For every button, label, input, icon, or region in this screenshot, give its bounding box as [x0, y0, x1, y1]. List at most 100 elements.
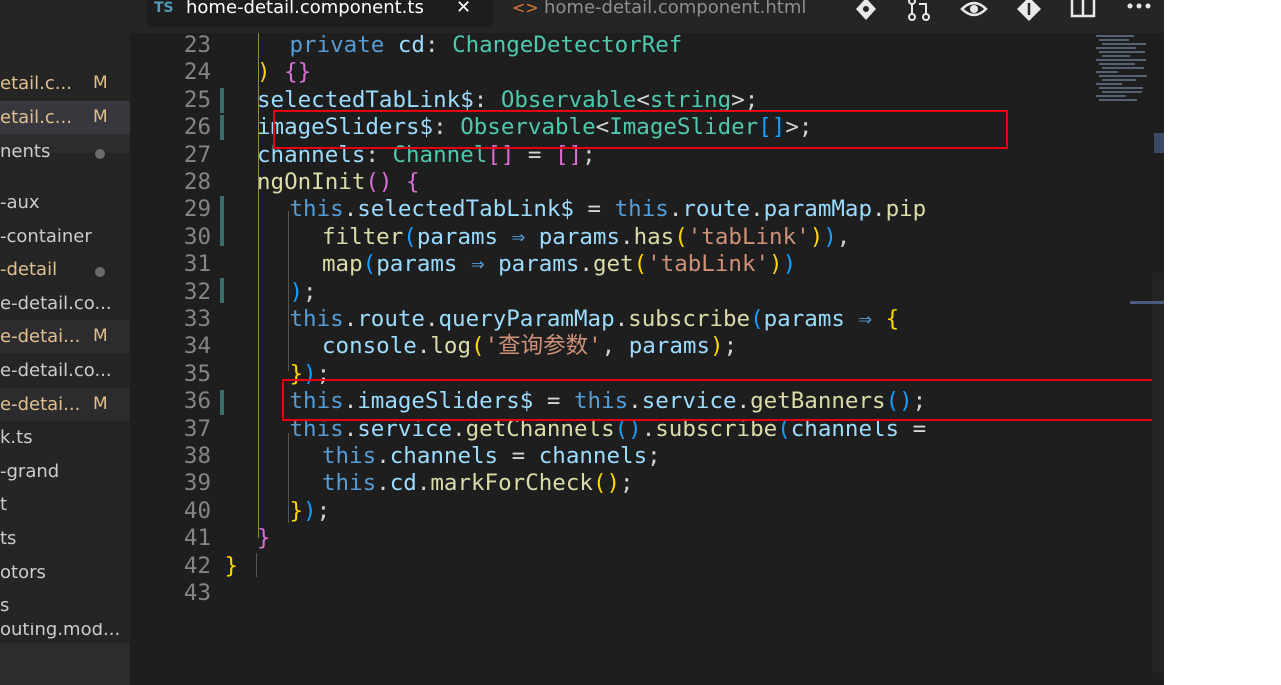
sidebar-panel-footer: [0, 643, 130, 685]
line-number: 29: [183, 196, 211, 223]
code-token: selectedTabLink$: [357, 196, 574, 223]
code-token: .: [668, 196, 683, 223]
minimap-line: [1096, 35, 1134, 37]
folder-item[interactable]: t: [0, 488, 130, 521]
code-token: {: [406, 169, 420, 195]
code-token: .: [376, 443, 390, 469]
code-line[interactable]: this.route.queryParamMap.subscribe(param…: [290, 306, 900, 333]
folder-item[interactable]: -detail: [0, 253, 130, 286]
minimap-line: [1099, 51, 1145, 53]
git-commit-icon[interactable]: [1016, 0, 1042, 28]
line-number: 40: [183, 497, 211, 524]
folder-item[interactable]: -grand: [0, 455, 130, 488]
git-change-marker: [220, 88, 224, 113]
code-token: pip: [885, 196, 927, 223]
line-number: 32: [183, 278, 211, 305]
more-actions-icon[interactable]: [1126, 0, 1152, 22]
code-token: (: [365, 169, 379, 195]
split-editor-icon[interactable]: [1070, 0, 1096, 26]
vertical-scrollbar[interactable]: [1152, 273, 1164, 673]
code-token: ;: [303, 278, 317, 305]
code-token: ): [257, 59, 271, 86]
code-token: channels: [389, 443, 499, 469]
editor-tab-bar: TS home-detail.component.ts ✕ <> home-de…: [130, 0, 1164, 33]
git-pull-request-icon[interactable]: [906, 0, 932, 28]
file-name: k.ts: [0, 427, 33, 448]
code-line[interactable]: this.cd.markForCheck();: [322, 470, 634, 497]
folder-item[interactable]: nents: [0, 135, 130, 168]
line-number: 41: [183, 525, 211, 552]
code-token: string: [649, 86, 732, 113]
code-token: paramMap: [763, 196, 873, 223]
minimap-line: [1102, 79, 1136, 81]
code-token: '查询参数': [484, 333, 602, 360]
close-icon[interactable]: ✕: [456, 0, 471, 22]
minimap-line: [1099, 87, 1143, 89]
file-item[interactable]: k.ts: [0, 421, 130, 454]
code-token: (: [674, 223, 688, 250]
folder-item[interactable]: -aux: [0, 186, 130, 219]
code-line[interactable]: ngOnInit() {: [257, 169, 420, 196]
tab-label: home-detail.component.ts: [186, 0, 424, 18]
code-token: params: [763, 306, 845, 332]
preview-eye-icon[interactable]: [960, 0, 988, 28]
code-line[interactable]: });: [290, 498, 331, 525]
code-token: =: [573, 196, 615, 223]
file-item[interactable]: e-detai... M: [0, 388, 130, 421]
file-item[interactable]: e-detai... M: [0, 320, 130, 353]
minimap[interactable]: [1096, 33, 1156, 113]
git-compare-icon[interactable]: [854, 0, 878, 28]
folder-name: s: [0, 595, 10, 616]
code-line[interactable]: filter(params ⇒ params.has('tabLink')),: [322, 224, 850, 251]
line-number: 25: [183, 86, 211, 113]
code-token: .: [750, 196, 764, 223]
code-token: ⇒: [457, 251, 499, 278]
minimap-line: [1102, 55, 1130, 57]
tab-home-detail-component-html[interactable]: <> home-detail.component.html: [494, 0, 824, 27]
code-token: .: [620, 223, 634, 250]
code-token: console: [322, 333, 417, 360]
code-line[interactable]: }: [257, 525, 271, 552]
folder-item[interactable]: -container: [0, 220, 130, 253]
file-name: e-detail.co...: [0, 293, 112, 314]
code-token: private: [289, 32, 385, 58]
code-token: this: [322, 443, 377, 469]
code-token: ): [782, 251, 797, 278]
code-token: queryParamMap: [438, 306, 615, 332]
file-item[interactable]: etail.c... M: [0, 101, 130, 134]
folder-name: nents: [0, 141, 51, 162]
html-file-icon: <>: [512, 0, 539, 17]
code-line[interactable]: private cd: ChangeDetectorRef: [290, 32, 683, 59]
folder-item[interactable]: ts: [0, 522, 130, 555]
folder-item[interactable]: otors: [0, 556, 130, 589]
file-item[interactable]: e-detail.co...: [0, 287, 130, 320]
code-line[interactable]: console.log('查询参数', params);: [322, 333, 737, 360]
file-name: etail.c...: [0, 107, 72, 128]
line-number: 38: [183, 443, 211, 469]
file-item[interactable]: etail.c... M: [0, 67, 130, 100]
code-token: this: [614, 196, 669, 223]
line-number: 42: [183, 552, 211, 579]
code-line[interactable]: this.channels = channels;: [322, 443, 661, 470]
code-token: =: [498, 443, 539, 469]
code-line[interactable]: ) {}: [257, 59, 311, 86]
file-item[interactable]: e-detail.co...: [0, 354, 130, 387]
code-line[interactable]: map(params ⇒ params.get('tabLink')): [322, 251, 796, 278]
code-token: }: [289, 497, 304, 524]
folder-name: -aux: [0, 192, 40, 213]
code-token: .: [424, 306, 439, 332]
code-line[interactable]: );: [290, 279, 317, 306]
code-line[interactable]: }: [225, 553, 239, 580]
code-token: filter: [322, 223, 404, 250]
file-name: etail.c...: [0, 73, 72, 94]
code-token: ngOnInit: [257, 169, 366, 195]
code-token: .: [343, 196, 358, 223]
file-item[interactable]: outing.mod...: [0, 623, 130, 643]
code-editor[interactable]: 23 24 25 26 27 28 29 30 31 32 33 34 35 36 37 38 39 40 41 42…: [130, 32, 1164, 685]
code-token: }: [224, 552, 239, 579]
code-line[interactable]: this.selectedTabLink$ = this.route.param…: [290, 196, 927, 223]
folder-item[interactable]: s: [0, 589, 130, 622]
code-token: markForCheck: [430, 470, 593, 497]
tab-home-detail-component-ts[interactable]: TS home-detail.component.ts ✕: [146, 0, 494, 27]
